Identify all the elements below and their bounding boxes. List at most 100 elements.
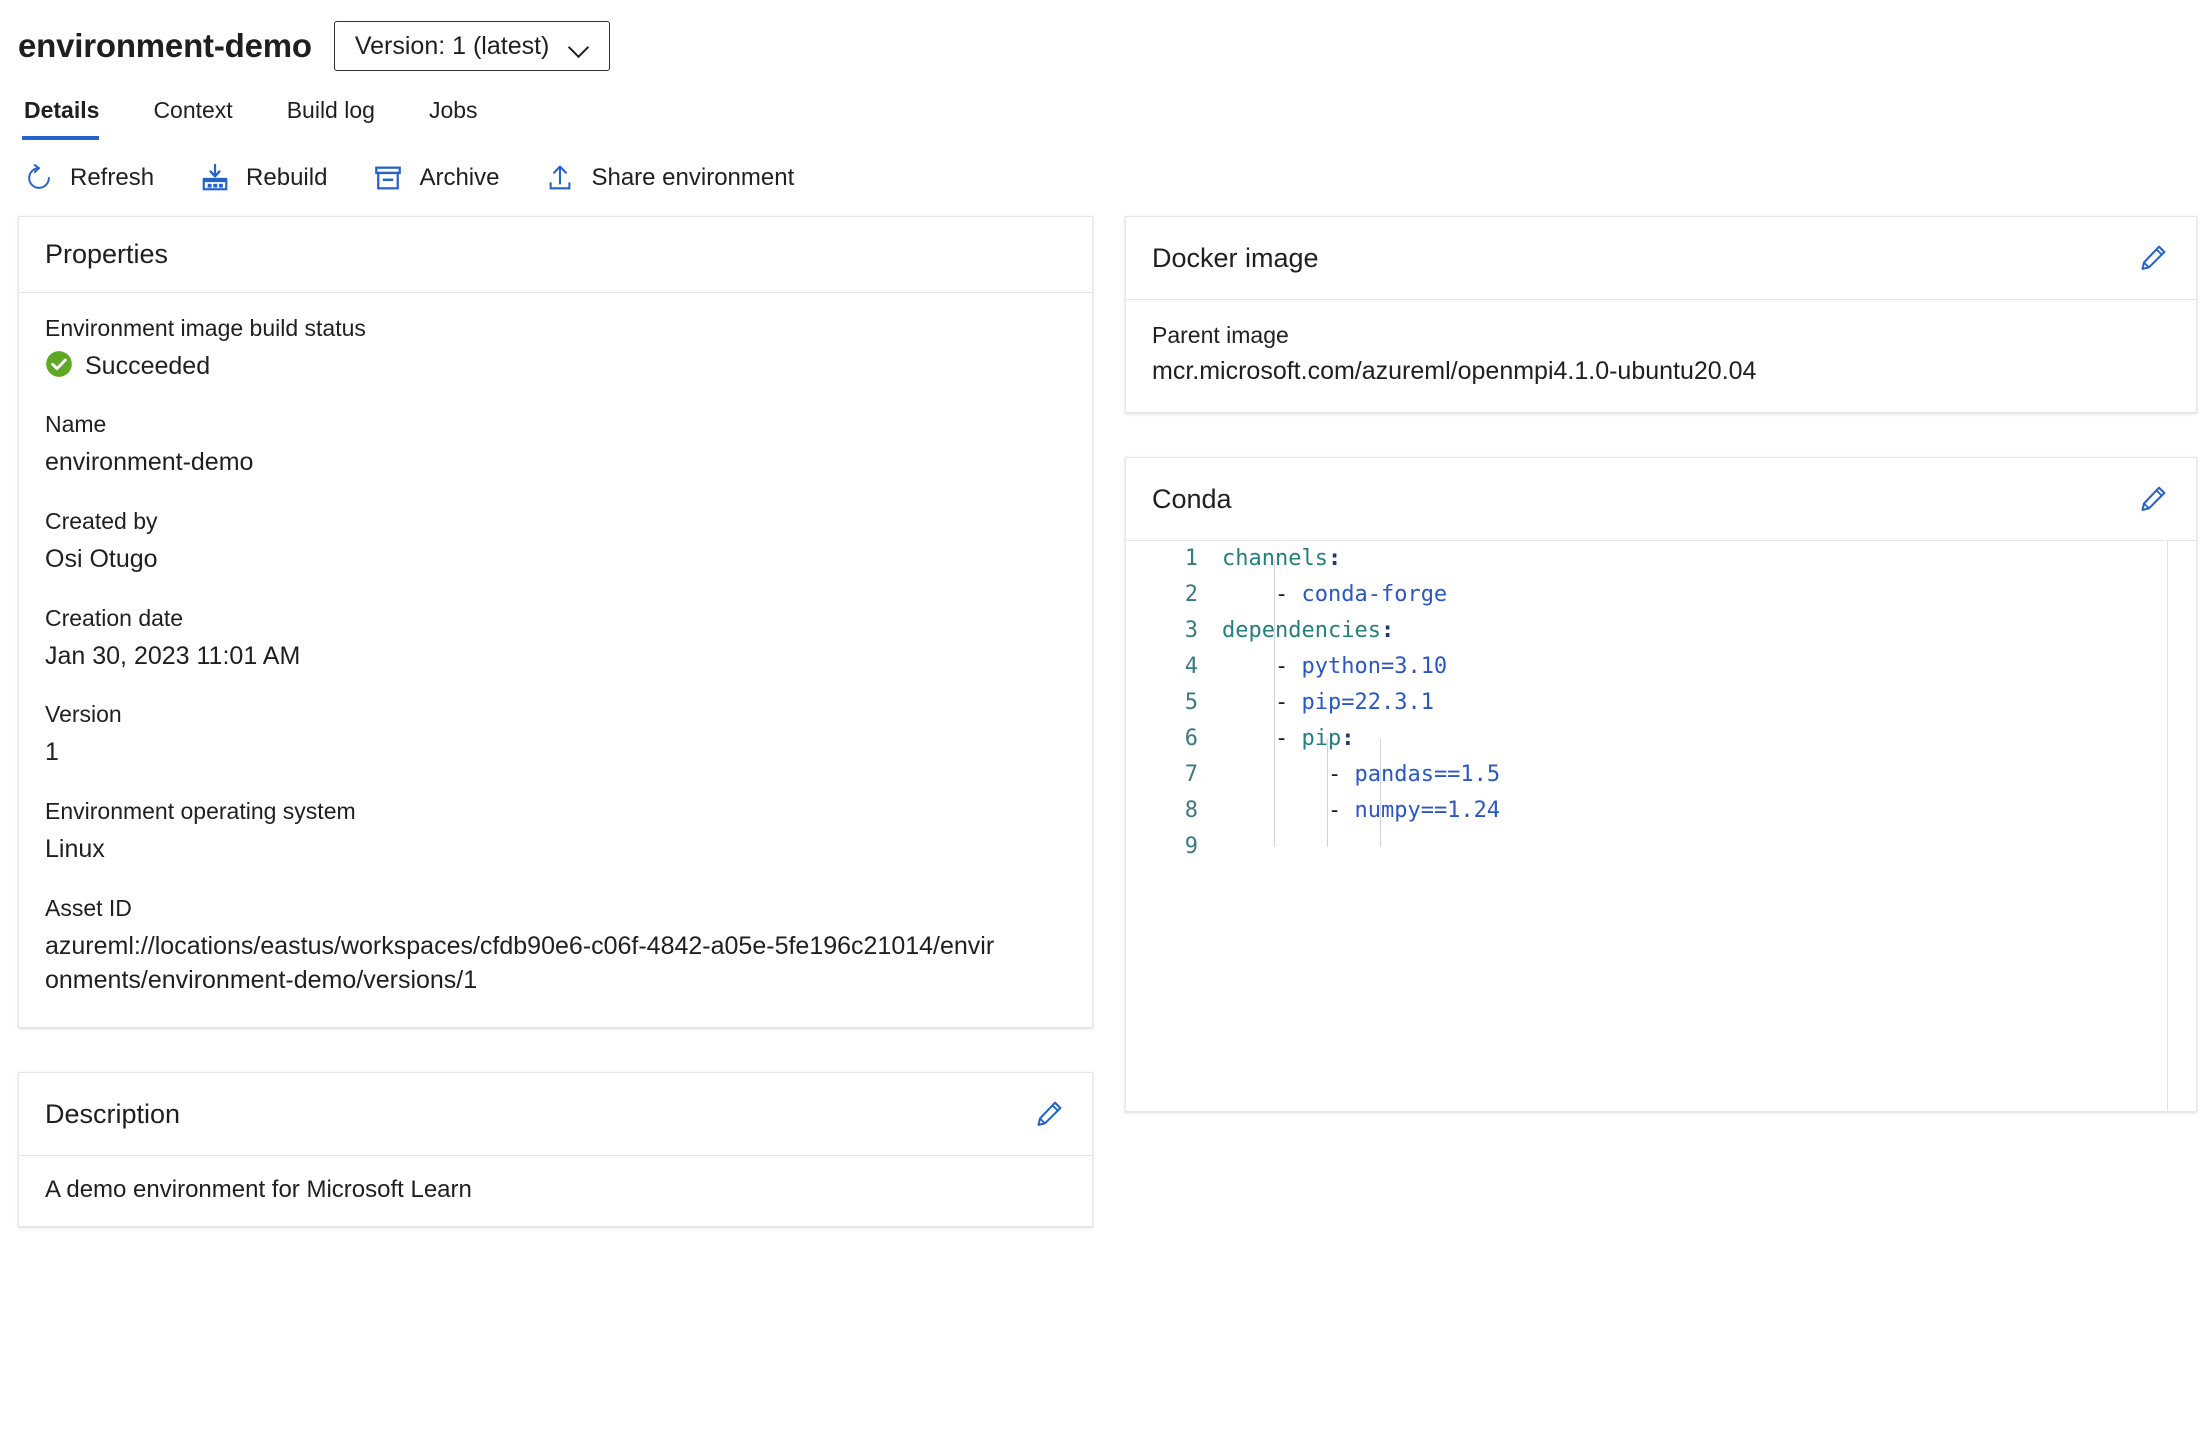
tab-context-label: Context xyxy=(153,97,233,123)
edit-docker-image-button[interactable] xyxy=(2134,239,2172,277)
property-name-value: environment-demo xyxy=(45,448,254,476)
refresh-button[interactable]: Refresh xyxy=(24,163,154,193)
conda-card-body: 1 channels: 2 - conda-forge 3 dependencies: 4… xyxy=(1126,541,2196,1111)
code-line: 3 dependencies: xyxy=(1126,613,2196,649)
conda-yaml-editor[interactable]: 1 channels: 2 - conda-forge 3 dependencies: 4… xyxy=(1126,541,2196,1111)
description-card-title: Description xyxy=(45,1098,181,1129)
tab-jobs[interactable]: Jobs xyxy=(427,97,500,140)
pencil-icon xyxy=(2138,486,2168,518)
property-created-by-label: Created by xyxy=(45,507,158,534)
line-number: 3 xyxy=(1184,618,1198,643)
edit-conda-button[interactable] xyxy=(2134,480,2172,518)
property-build-status-label: Environment image build status xyxy=(45,315,366,341)
tab-bar: Details Context Build log Jobs xyxy=(0,78,2200,140)
archive-button-label: Archive xyxy=(419,164,500,191)
conda-card-title: Conda xyxy=(1152,483,1232,514)
docker-image-card: Docker image Parent image mcr.microsoft.… xyxy=(1125,216,2197,413)
description-card-header: Description xyxy=(19,1073,1092,1157)
description-text: A demo environment for Microsoft Learn xyxy=(45,1176,472,1204)
parent-image-label: Parent image xyxy=(1152,322,1289,348)
property-version-label: Version xyxy=(45,701,122,728)
code-text: - pip=22.3.1 xyxy=(1274,690,1434,715)
left-column: Properties Environment image build statu… xyxy=(18,216,1093,1228)
property-asset-id: Asset ID azureml://locations/eastus/work… xyxy=(45,895,1066,998)
code-lines: 1 channels: 2 - conda-forge 3 dependencies: 4… xyxy=(1126,541,2196,865)
version-dropdown[interactable]: Version: 1 (latest) xyxy=(333,21,611,71)
line-number: 8 xyxy=(1184,798,1198,823)
properties-card: Properties Environment image build statu… xyxy=(18,216,1093,1029)
code-text: - python=3.10 xyxy=(1274,654,1448,679)
line-number: 4 xyxy=(1184,654,1198,679)
line-number: 2 xyxy=(1184,582,1198,607)
tab-context[interactable]: Context xyxy=(151,97,254,140)
archive-button[interactable]: Archive xyxy=(373,163,499,193)
code-line: 4 - python=3.10 xyxy=(1126,649,2196,685)
docker-image-card-header: Docker image xyxy=(1126,217,2196,300)
share-environment-button[interactable]: Share environment xyxy=(545,163,794,193)
property-asset-id-value: azureml://locations/eastus/workspaces/cf… xyxy=(45,931,995,994)
property-build-status: Environment image build status Succeeded xyxy=(45,315,1066,383)
docker-image-card-title: Docker image xyxy=(1152,242,1319,273)
code-text: dependencies: xyxy=(1222,618,1395,643)
edit-description-button[interactable] xyxy=(1030,1095,1068,1133)
property-created-by: Created by Osi Otugo xyxy=(45,508,1066,577)
tab-details-label: Details xyxy=(24,97,100,123)
tab-details[interactable]: Details xyxy=(22,97,121,140)
archive-icon xyxy=(373,163,403,193)
code-text: - numpy==1.24 xyxy=(1327,798,1501,823)
rebuild-icon xyxy=(200,163,230,193)
property-name-label: Name xyxy=(45,411,107,437)
properties-card-header: Properties xyxy=(19,217,1092,293)
property-creation-date-label: Creation date xyxy=(45,604,184,631)
code-line: 9 xyxy=(1126,829,2196,865)
conda-card-header: Conda xyxy=(1126,458,2196,541)
code-line: 1 channels: xyxy=(1126,541,2196,577)
pencil-icon xyxy=(1034,1101,1064,1133)
check-circle-icon xyxy=(45,350,73,383)
property-asset-id-label: Asset ID xyxy=(45,894,132,921)
command-bar: Refresh Rebuild Archive Share environmen… xyxy=(0,140,2200,216)
property-version: Version 1 xyxy=(45,701,1066,770)
refresh-button-label: Refresh xyxy=(70,164,155,191)
description-card: Description A demo environment for Micro… xyxy=(18,1072,1093,1228)
property-creation-date-value: Jan 30, 2023 11:01 AM xyxy=(45,641,301,670)
code-text: channels: xyxy=(1222,546,1342,571)
line-number: 9 xyxy=(1184,834,1198,859)
property-operating-system-label: Environment operating system xyxy=(45,798,356,824)
parent-image-value: mcr.microsoft.com/azureml/openmpi4.1.0-u… xyxy=(1152,357,1757,385)
share-upload-icon xyxy=(545,163,575,193)
status-badge-label: Succeeded xyxy=(85,352,211,380)
right-column: Docker image Parent image mcr.microsoft.… xyxy=(1125,216,2197,1227)
share-environment-button-label: Share environment xyxy=(591,164,795,191)
code-text: - pandas==1.5 xyxy=(1327,762,1501,787)
code-line: 8 - numpy==1.24 xyxy=(1126,793,2196,829)
line-number: 7 xyxy=(1184,762,1198,787)
pencil-icon xyxy=(2138,245,2168,277)
rebuild-button-label: Rebuild xyxy=(246,164,328,191)
line-number: 1 xyxy=(1184,546,1198,571)
code-line: 6 - pip: xyxy=(1126,721,2196,757)
page-header: environment-demo Version: 1 (latest) xyxy=(0,0,2200,78)
property-creation-date: Creation date Jan 30, 2023 11:01 AM xyxy=(45,605,1066,674)
code-line: 5 - pip=22.3.1 xyxy=(1126,685,2196,721)
tab-build-log[interactable]: Build log xyxy=(285,97,397,140)
code-line: 7 - pandas==1.5 xyxy=(1126,757,2196,793)
code-line: 2 - conda-forge xyxy=(1126,577,2196,613)
rebuild-button[interactable]: Rebuild xyxy=(200,163,327,193)
property-operating-system: Environment operating system Linux xyxy=(45,798,1066,867)
page-title: environment-demo xyxy=(18,27,312,64)
property-created-by-value: Osi Otugo xyxy=(45,544,158,573)
version-dropdown-label: Version: 1 (latest) xyxy=(354,31,550,60)
tab-jobs-label: Jobs xyxy=(428,97,478,123)
editor-scroll-rail[interactable] xyxy=(2167,541,2168,1111)
main-content: Properties Environment image build statu… xyxy=(0,216,2200,1228)
properties-card-body: Environment image build status Succeeded… xyxy=(19,293,1092,1027)
status-badge: Succeeded xyxy=(45,350,1066,383)
chevron-down-icon xyxy=(569,40,591,52)
conda-card: Conda 1 channels: 2 - conda-forge 3 depe… xyxy=(1125,457,2197,1112)
property-name: Name environment-demo xyxy=(45,411,1066,480)
code-text: - conda-forge xyxy=(1274,582,1448,607)
line-number: 5 xyxy=(1184,690,1198,715)
description-card-body: A demo environment for Microsoft Learn xyxy=(19,1156,1092,1226)
tab-build-log-label: Build log xyxy=(286,97,375,123)
